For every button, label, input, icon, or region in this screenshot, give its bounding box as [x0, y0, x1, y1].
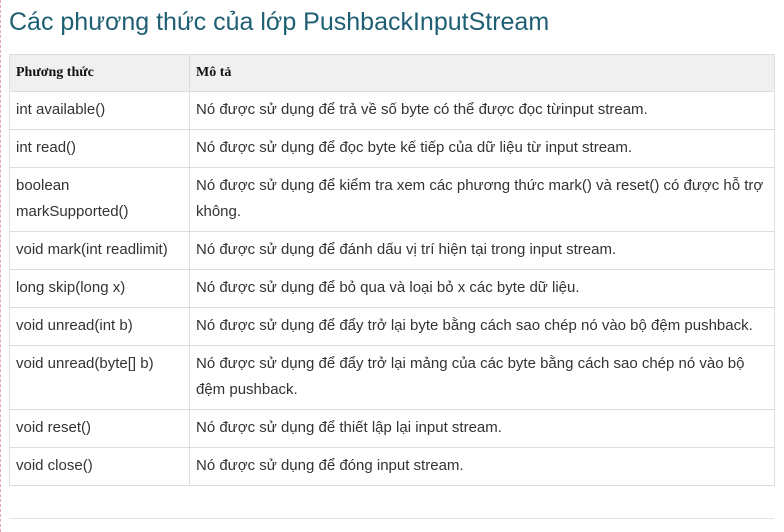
- table-row: void mark(int readlimit) Nó được sử dụng…: [9, 231, 775, 270]
- description-cell: Nó được sử dụng để đẩy trở lại byte bằng…: [189, 307, 775, 346]
- column-header-description: Mô tả: [189, 54, 775, 92]
- method-cell: long skip(long x): [9, 269, 190, 308]
- method-cell: boolean markSupported(): [9, 167, 190, 232]
- description-cell: Nó được sử dụng để đánh dấu vị trí hiện …: [189, 231, 775, 270]
- description-cell: Nó được sử dụng để đóng input stream.: [189, 447, 775, 486]
- column-header-method: Phương thức: [9, 54, 190, 92]
- table-row: int available() Nó được sử dụng để trả v…: [9, 91, 775, 130]
- description-cell: Nó được sử dụng để kiểm tra xem các phươ…: [189, 167, 775, 232]
- method-cell: int available(): [9, 91, 190, 130]
- table-row: void unread(byte[] b) Nó được sử dụng để…: [9, 345, 775, 410]
- method-cell: void unread(int b): [9, 307, 190, 346]
- description-cell: Nó được sử dụng để thiết lập lại input s…: [189, 409, 775, 448]
- description-cell: Nó được sử dụng để đẩy trở lại mảng của …: [189, 345, 775, 410]
- table-row: void unread(int b) Nó được sử dụng để đẩ…: [9, 307, 775, 346]
- method-cell: void close(): [9, 447, 190, 486]
- method-cell: void mark(int readlimit): [9, 231, 190, 270]
- method-cell: void unread(byte[] b): [9, 345, 190, 410]
- methods-table: Phương thức Mô tả int available() Nó đượ…: [9, 54, 775, 486]
- page-left-border: [0, 0, 1, 532]
- table-header-row: Phương thức Mô tả: [9, 54, 775, 92]
- table-row: void close() Nó được sử dụng để đóng inp…: [9, 447, 775, 486]
- description-cell: Nó được sử dụng để bỏ qua và loại bỏ x c…: [189, 269, 775, 308]
- table-row: boolean markSupported() Nó được sử dụng …: [9, 167, 775, 232]
- method-cell: void reset(): [9, 409, 190, 448]
- table-row: long skip(long x) Nó được sử dụng để bỏ …: [9, 269, 775, 308]
- table-row: int read() Nó được sử dụng để đọc byte k…: [9, 129, 775, 168]
- description-cell: Nó được sử dụng để đọc byte kế tiếp của …: [189, 129, 775, 168]
- page-title: Các phương thức của lớp PushbackInputStr…: [9, 8, 550, 36]
- table-row: void reset() Nó được sử dụng để thiết lậ…: [9, 409, 775, 448]
- method-cell: int read(): [9, 129, 190, 168]
- description-cell: Nó được sử dụng để trả về số byte có thể…: [189, 91, 775, 130]
- section-divider: [9, 518, 774, 519]
